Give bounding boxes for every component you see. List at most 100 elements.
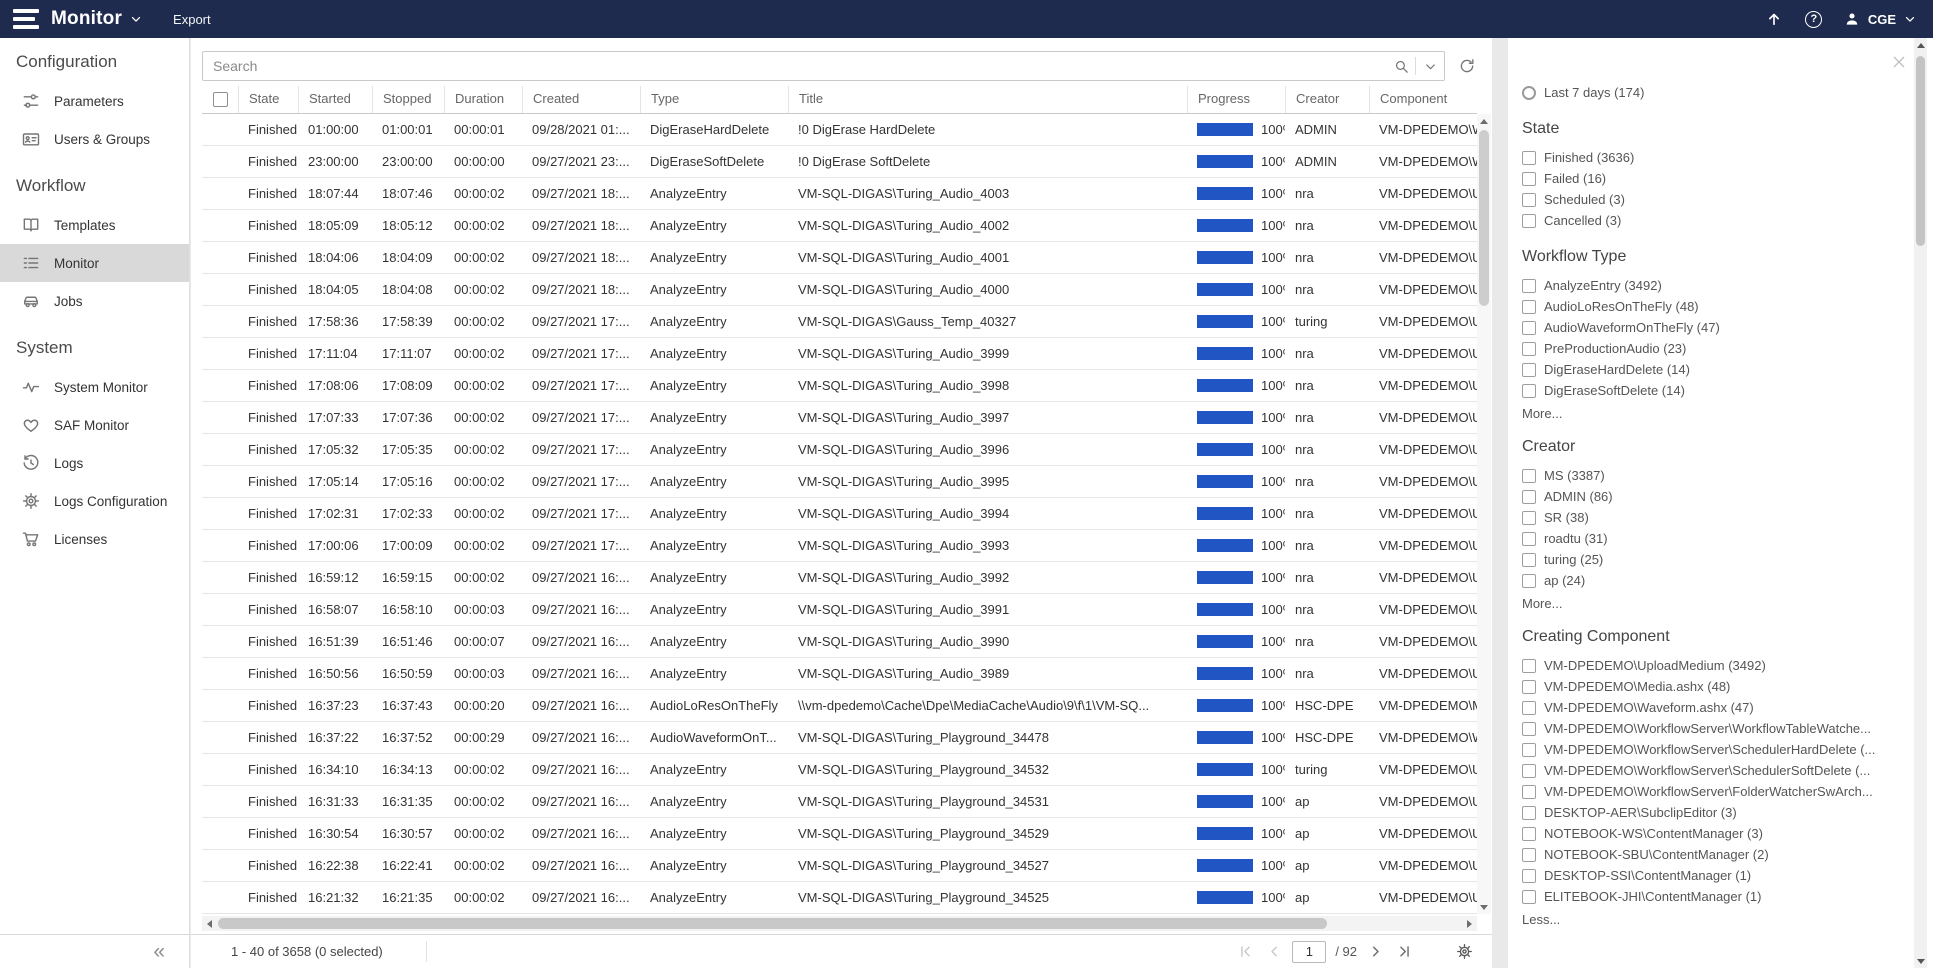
sidebar-item-logs[interactable]: Logs xyxy=(0,444,189,482)
table-row[interactable]: Finished 18:04:05 18:04:08 00:00:02 09/2… xyxy=(202,274,1477,306)
sidebar-item-system-monitor[interactable]: System Monitor xyxy=(0,368,189,406)
table-row[interactable]: Finished 17:00:06 17:00:09 00:00:02 09/2… xyxy=(202,530,1477,562)
filter-option-vm-dpedemo-workflowserver-workflowtablew[interactable]: VM-DPEDEMO\WorkflowServer\WorkflowTableW… xyxy=(1522,718,1899,739)
next-page-button[interactable] xyxy=(1364,941,1386,963)
filter-option-sr-38[interactable]: SR (38) xyxy=(1522,507,1899,528)
table-row[interactable]: Finished 16:21:32 16:21:35 00:00:02 09/2… xyxy=(202,882,1477,914)
table-row[interactable]: Finished 16:31:33 16:31:35 00:00:02 09/2… xyxy=(202,786,1477,818)
column-header-component[interactable]: Component xyxy=(1369,86,1477,113)
column-header-type[interactable]: Type xyxy=(640,86,788,113)
filter-less-link[interactable]: Less... xyxy=(1522,912,1899,927)
table-row[interactable]: Finished 18:05:09 18:05:12 00:00:02 09/2… xyxy=(202,210,1477,242)
filter-option-notebook-sbu-contentmanager-2[interactable]: NOTEBOOK-SBU\ContentManager (2) xyxy=(1522,844,1899,865)
page-number-input[interactable] xyxy=(1292,941,1326,963)
sidebar-item-logs-configuration[interactable]: Logs Configuration xyxy=(0,482,189,520)
table-settings-button[interactable] xyxy=(1452,940,1476,964)
app-menu-icon[interactable] xyxy=(13,9,39,29)
table-row[interactable]: Finished 17:07:33 17:07:36 00:00:02 09/2… xyxy=(202,402,1477,434)
filter-option-vm-dpedemo-media-ashx-48[interactable]: VM-DPEDEMO\Media.ashx (48) xyxy=(1522,676,1899,697)
previous-page-button[interactable] xyxy=(1263,941,1285,963)
first-page-button[interactable] xyxy=(1234,941,1256,963)
filter-option-roadtu-31[interactable]: roadtu (31) xyxy=(1522,528,1899,549)
table-row[interactable]: Finished 16:34:10 16:34:13 00:00:02 09/2… xyxy=(202,754,1477,786)
table-row[interactable]: Finished 16:50:56 16:50:59 00:00:03 09/2… xyxy=(202,658,1477,690)
table-row[interactable]: Finished 17:05:32 17:05:35 00:00:02 09/2… xyxy=(202,434,1477,466)
table-row[interactable]: Finished 16:51:39 16:51:46 00:00:07 09/2… xyxy=(202,626,1477,658)
sidebar-item-jobs[interactable]: Jobs xyxy=(0,282,189,320)
filter-option-desktop-aer-subclipeditor-3[interactable]: DESKTOP-AER\SubclipEditor (3) xyxy=(1522,802,1899,823)
filter-option-digeraseharddelete-14[interactable]: DigEraseHardDelete (14) xyxy=(1522,359,1899,380)
filter-option-admin-86[interactable]: ADMIN (86) xyxy=(1522,486,1899,507)
sidebar-item-users-groups[interactable]: Users & Groups xyxy=(0,120,189,158)
table-row[interactable]: Finished 17:05:14 17:05:16 00:00:02 09/2… xyxy=(202,466,1477,498)
filter-option-vm-dpedemo-workflowserver-schedulerhardd[interactable]: VM-DPEDEMO\WorkflowServer\SchedulerHardD… xyxy=(1522,739,1899,760)
sidebar-item-monitor[interactable]: Monitor xyxy=(0,244,189,282)
refresh-button[interactable] xyxy=(1451,51,1483,81)
filter-option-audiowaveformonthefly-47[interactable]: AudioWaveformOnTheFly (47) xyxy=(1522,317,1899,338)
user-menu[interactable]: CGE xyxy=(1843,10,1917,28)
filter-more-link[interactable]: More... xyxy=(1522,596,1899,611)
filter-option-cancelled-3[interactable]: Cancelled (3) xyxy=(1522,210,1899,231)
scroll-right-button[interactable] xyxy=(1462,916,1477,931)
filter-option-vm-dpedemo-workflowserver-schedulersoftd[interactable]: VM-DPEDEMO\WorkflowServer\SchedulerSoftD… xyxy=(1522,760,1899,781)
close-filter-button[interactable] xyxy=(1891,54,1907,70)
column-header-created[interactable]: Created xyxy=(522,86,640,113)
table-horizontal-scrollbar[interactable] xyxy=(202,916,1477,931)
filter-option-vm-dpedemo-waveform-ashx-47[interactable]: VM-DPEDEMO\Waveform.ashx (47) xyxy=(1522,697,1899,718)
table-row[interactable]: Finished 17:11:04 17:11:07 00:00:02 09/2… xyxy=(202,338,1477,370)
table-row[interactable]: Finished 16:58:07 16:58:10 00:00:03 09/2… xyxy=(202,594,1477,626)
horizontal-scroll-thumb[interactable] xyxy=(218,918,1327,929)
vertical-scroll-thumb[interactable] xyxy=(1479,130,1489,306)
filter-option-digerasesoftdelete-14[interactable]: DigEraseSoftDelete (14) xyxy=(1522,380,1899,401)
filter-scroll-thumb[interactable] xyxy=(1916,56,1925,246)
filter-option-vm-dpedemo-workflowserver-folderwatchers[interactable]: VM-DPEDEMO\WorkflowServer\FolderWatcherS… xyxy=(1522,781,1899,802)
column-header-duration[interactable]: Duration xyxy=(444,86,522,113)
filter-option-last-7-days-174[interactable]: Last 7 days (174) xyxy=(1522,82,1899,103)
column-header-title[interactable]: Title xyxy=(788,86,1187,113)
column-header-started[interactable]: Started xyxy=(298,86,372,113)
filter-option-ms-3387[interactable]: MS (3387) xyxy=(1522,465,1899,486)
filter-scrollbar[interactable] xyxy=(1914,38,1927,968)
help-button[interactable]: ? xyxy=(1803,8,1825,30)
filter-option-scheduled-3[interactable]: Scheduled (3) xyxy=(1522,189,1899,210)
filter-option-analyzeentry-3492[interactable]: AnalyzeEntry (3492) xyxy=(1522,275,1899,296)
sidebar-item-saf-monitor[interactable]: SAF Monitor xyxy=(0,406,189,444)
table-row[interactable]: Finished 01:00:00 01:00:01 00:00:01 09/2… xyxy=(202,114,1477,146)
select-all-checkbox[interactable] xyxy=(213,92,228,107)
filter-option-vm-dpedemo-uploadmedium-3492[interactable]: VM-DPEDEMO\UploadMedium (3492) xyxy=(1522,655,1899,676)
filter-option-turing-25[interactable]: turing (25) xyxy=(1522,549,1899,570)
table-row[interactable]: Finished 18:07:44 18:07:46 00:00:02 09/2… xyxy=(202,178,1477,210)
scroll-up-button[interactable] xyxy=(1477,114,1491,128)
scroll-down-button[interactable] xyxy=(1477,900,1491,914)
menu-export[interactable]: Export xyxy=(173,12,211,27)
filter-option-failed-16[interactable]: Failed (16) xyxy=(1522,168,1899,189)
collapse-sidebar-button[interactable]: « xyxy=(153,941,165,962)
scroll-top-button[interactable] xyxy=(1763,8,1785,30)
filter-option-ap-24[interactable]: ap (24) xyxy=(1522,570,1899,591)
table-row[interactable]: Finished 17:02:31 17:02:33 00:00:02 09/2… xyxy=(202,498,1477,530)
table-row[interactable]: Finished 16:37:23 16:37:43 00:00:20 09/2… xyxy=(202,690,1477,722)
column-header-stopped[interactable]: Stopped xyxy=(372,86,444,113)
search-input[interactable] xyxy=(203,58,1387,74)
table-row[interactable]: Finished 16:22:38 16:22:41 00:00:02 09/2… xyxy=(202,850,1477,882)
filter-option-elitebook-jhi-contentmanager-1[interactable]: ELITEBOOK-JHI\ContentManager (1) xyxy=(1522,886,1899,907)
table-row[interactable]: Finished 16:37:22 16:37:52 00:00:29 09/2… xyxy=(202,722,1477,754)
table-row[interactable]: Finished 16:30:54 16:30:57 00:00:02 09/2… xyxy=(202,818,1477,850)
table-row[interactable]: Finished 23:00:00 23:00:00 00:00:00 09/2… xyxy=(202,146,1477,178)
sidebar-item-parameters[interactable]: Parameters xyxy=(0,82,189,120)
sidebar-item-licenses[interactable]: Licenses xyxy=(0,520,189,558)
sidebar-item-templates[interactable]: Templates xyxy=(0,206,189,244)
column-header-creator[interactable]: Creator xyxy=(1285,86,1369,113)
scroll-left-button[interactable] xyxy=(202,916,217,931)
table-row[interactable]: Finished 17:58:36 17:58:39 00:00:02 09/2… xyxy=(202,306,1477,338)
table-row[interactable]: Finished 16:59:12 16:59:15 00:00:02 09/2… xyxy=(202,562,1477,594)
app-title-menu[interactable]: Monitor xyxy=(51,8,143,30)
filter-option-preproductionaudio-23[interactable]: PreProductionAudio (23) xyxy=(1522,338,1899,359)
column-header-state[interactable]: State xyxy=(238,86,298,113)
scroll-up-button[interactable] xyxy=(1914,38,1927,52)
filter-more-link[interactable]: More... xyxy=(1522,406,1899,421)
search-button[interactable] xyxy=(1387,52,1415,80)
filter-option-finished-3636[interactable]: Finished (3636) xyxy=(1522,147,1899,168)
filter-option-notebook-ws-contentmanager-3[interactable]: NOTEBOOK-WS\ContentManager (3) xyxy=(1522,823,1899,844)
last-page-button[interactable] xyxy=(1393,941,1415,963)
